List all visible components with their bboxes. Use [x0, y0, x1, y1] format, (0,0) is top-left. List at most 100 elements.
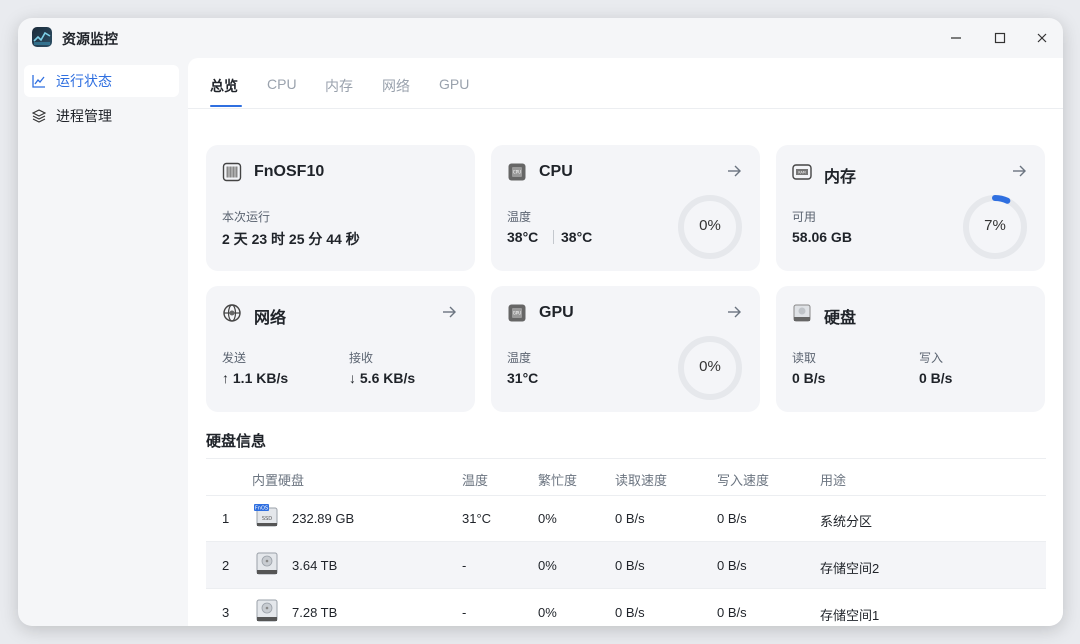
- cpu-usage-gauge: 0%: [676, 193, 744, 261]
- svg-text:RAM: RAM: [798, 171, 806, 175]
- send-label: 发送: [222, 351, 247, 365]
- disk-write-label: 写入: [919, 351, 944, 365]
- row-index: 2: [222, 558, 230, 573]
- cpu-temp-value-1: 38°C: [507, 229, 539, 245]
- tab-overview[interactable]: 总览: [210, 76, 238, 96]
- receive-label: 接收: [349, 351, 374, 365]
- send-value: ↑ 1.1 KB/s: [222, 370, 289, 386]
- sidebar: 运行状态 进程管理: [18, 58, 186, 626]
- column-header: 读取速度: [615, 473, 668, 488]
- table-row[interactable]: 1 FnOS SSD 232.89 GB 31°C 0% 0 B/s 0 B/s …: [206, 495, 1046, 542]
- disk-usage: 存储空间2: [820, 561, 880, 576]
- tab-gpu[interactable]: GPU: [439, 76, 469, 92]
- disk-size: 232.89 GB: [292, 511, 355, 526]
- memory-usage-text: 7%: [984, 217, 1006, 234]
- receive-value: ↓ 5.6 KB/s: [349, 370, 416, 386]
- row-index: 1: [222, 511, 230, 526]
- arrow-right-icon[interactable]: [441, 304, 457, 320]
- disk-busy: 0%: [538, 558, 557, 573]
- main-panel: 总览 CPU 内存 网络 GPU FnOSF10 本次运行 2 天 23 时 2…: [188, 58, 1063, 626]
- server-icon: [222, 162, 242, 182]
- gpu-card[interactable]: GPU GPU 温度 31°C 0%: [491, 286, 760, 412]
- disk-busy: 0%: [538, 511, 557, 526]
- disk-read-label: 读取: [792, 351, 817, 365]
- close-button[interactable]: [1030, 26, 1054, 50]
- ssd-label-text: SSD: [262, 516, 272, 522]
- sidebar-item-label: 进程管理: [56, 108, 112, 124]
- sidebar-item-label: 运行状态: [56, 73, 112, 89]
- arrow-right-icon[interactable]: [726, 304, 742, 320]
- active-tab-indicator: [210, 105, 242, 107]
- memory-available-value: 58.06 GB: [792, 229, 852, 245]
- column-header: 用途: [820, 473, 847, 488]
- memory-available-label: 可用: [792, 210, 817, 224]
- disk-read: 0 B/s: [615, 558, 645, 573]
- disk-temp: 31°C: [462, 511, 492, 526]
- disk-usage: 系统分区: [820, 514, 873, 529]
- gpu-icon: GPU: [508, 304, 526, 322]
- table-row[interactable]: 3 7.28 TB - 0% 0 B/s 0 B/s 存储空间1: [206, 589, 1046, 626]
- app-logo-icon: [32, 27, 52, 47]
- disk-temp: -: [462, 605, 467, 620]
- temp-divider: [553, 230, 554, 244]
- disk-usage: 存储空间1: [820, 608, 880, 623]
- disk-read: 0 B/s: [615, 605, 645, 620]
- titlebar: 资源监控: [18, 18, 1063, 58]
- minimize-icon: [951, 37, 961, 39]
- disk-card: 硬盘 读取 0 B/s 写入 0 B/s: [776, 286, 1045, 412]
- disk-temp: -: [462, 558, 467, 573]
- arrow-right-icon[interactable]: [726, 163, 742, 179]
- memory-card-title: 内存: [824, 169, 857, 186]
- cpu-temp-value-2: 38°C: [561, 229, 593, 245]
- arrow-right-icon[interactable]: [1011, 163, 1027, 179]
- sidebar-item-process[interactable]: 进程管理: [24, 100, 179, 132]
- cpu-icon: CPU: [508, 163, 526, 181]
- disk-size: 3.64 TB: [292, 558, 338, 573]
- globe-icon: [223, 304, 241, 322]
- disk-write: 0 B/s: [717, 605, 747, 620]
- sidebar-item-status[interactable]: 运行状态: [24, 65, 179, 97]
- hdd-icon: [256, 599, 278, 622]
- gpu-temp-label: 温度: [507, 351, 532, 365]
- system-card-title: FnOSF10: [254, 163, 325, 180]
- gpu-usage-text: 0%: [699, 358, 721, 375]
- tab-bar: 总览 CPU 内存 网络 GPU: [188, 58, 1063, 109]
- tab-cpu[interactable]: CPU: [267, 76, 297, 92]
- tab-memory[interactable]: 内存: [325, 76, 353, 96]
- cpu-temp-label: 温度: [507, 210, 532, 224]
- memory-icon: RAM: [792, 164, 812, 180]
- disk-write-value: 0 B/s: [919, 370, 953, 386]
- cpu-card[interactable]: CPU CPU 温度 38°C 38°C 0%: [491, 145, 760, 271]
- maximize-button[interactable]: [988, 26, 1012, 50]
- minimize-button[interactable]: [944, 26, 968, 50]
- disk-size: 7.28 TB: [292, 605, 338, 620]
- memory-card[interactable]: RAM 内存 可用 58.06 GB 7%: [776, 145, 1045, 271]
- table-row[interactable]: 2 3.64 TB - 0% 0 B/s 0 B/s 存储空间2: [206, 542, 1046, 589]
- column-header: 写入速度: [717, 473, 770, 488]
- chart-line-icon: [32, 73, 48, 89]
- disk-busy: 0%: [538, 605, 557, 620]
- uptime-value: 2 天 23 时 25 分 44 秒: [222, 231, 360, 247]
- gpu-card-title: GPU: [539, 304, 574, 321]
- network-card[interactable]: 网络 发送 ↑ 1.1 KB/s 接收 ↓ 5.6 KB/s: [206, 286, 475, 412]
- cpu-usage-text: 0%: [699, 217, 721, 234]
- disk-write: 0 B/s: [717, 511, 747, 526]
- uptime-label: 本次运行: [222, 210, 271, 224]
- hdd-icon: [256, 552, 278, 575]
- hdd-icon: [793, 304, 811, 322]
- disk-info-title: 硬盘信息: [206, 433, 267, 450]
- disk-write: 0 B/s: [717, 558, 747, 573]
- row-index: 3: [222, 605, 230, 620]
- layers-icon: [32, 108, 48, 124]
- app-title: 资源监控: [62, 31, 118, 47]
- table-header: 内置硬盘 温度 繁忙度 读取速度 写入速度 用途: [206, 458, 1046, 496]
- cpu-card-title: CPU: [539, 163, 573, 180]
- disk-card-title: 硬盘: [824, 310, 857, 327]
- maximize-icon: [994, 32, 1006, 44]
- tab-network[interactable]: 网络: [382, 76, 410, 96]
- column-header: 内置硬盘: [252, 473, 305, 488]
- system-card: FnOSF10 本次运行 2 天 23 时 25 分 44 秒: [206, 145, 475, 271]
- network-card-title: 网络: [254, 310, 287, 327]
- column-header: 繁忙度: [538, 473, 578, 488]
- svg-text:CPU: CPU: [513, 170, 521, 175]
